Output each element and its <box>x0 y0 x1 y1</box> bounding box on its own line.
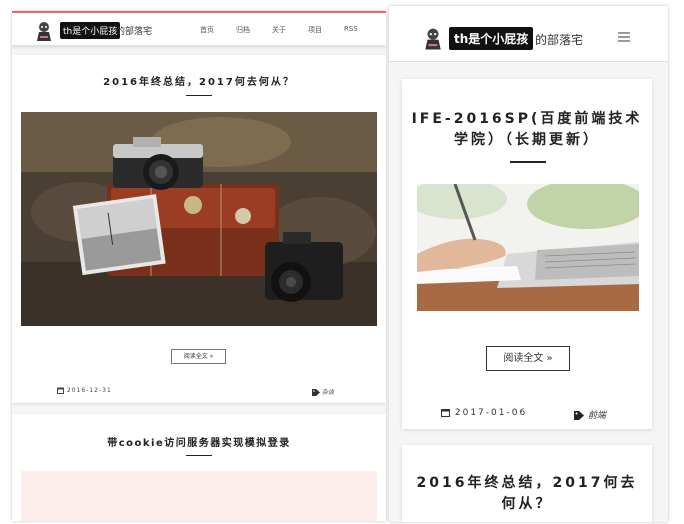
tag-icon <box>574 411 584 420</box>
post-date: 2017-01-06 <box>441 408 527 418</box>
hamburger-menu-icon[interactable] <box>618 32 630 42</box>
nav-item-projects[interactable]: 项目 <box>308 25 322 35</box>
site-brand[interactable]: th是个小屁孩 <box>60 22 121 39</box>
post-tag[interactable]: 杂谈 <box>312 387 334 396</box>
post-tag-label[interactable]: 前端 <box>588 411 606 421</box>
post-date-value: 2017-01-06 <box>454 408 528 418</box>
post-card: 带cookie访问服务器实现模拟登录 <box>12 414 386 521</box>
post-title[interactable]: 2016年终总结，2017何去何从？ <box>12 73 386 88</box>
site-brand-suffix: 的部落宅 <box>116 27 153 37</box>
nav-item-home[interactable]: 首页 <box>200 25 214 35</box>
nav-item-rss[interactable]: RSS <box>344 25 358 33</box>
post-card: IFE-2016SP(百度前端技术学院）（长期更新） 阅读全文 » 2017-0… <box>402 79 652 429</box>
post-cover-image <box>417 184 639 311</box>
read-more-button[interactable]: 阅读全文 » <box>486 346 570 371</box>
mobile-screenshot: th是个小屁孩 的部落宅 IFE-2016SP(百度前端技术学院）（长期更新） <box>389 6 668 522</box>
post-title[interactable]: IFE-2016SP(百度前端技术学院）（长期更新） <box>410 109 644 151</box>
post-card: 2016年终总结，2017何去何从？ <box>402 445 652 522</box>
avatar[interactable] <box>34 20 54 42</box>
post-cover-image <box>21 471 377 521</box>
post-date-value: 2016-12-31 <box>66 387 112 394</box>
post-tag-label[interactable]: 杂谈 <box>322 389 334 396</box>
avatar[interactable] <box>422 26 444 51</box>
nav-item-archive[interactable]: 归档 <box>236 25 250 35</box>
post-cover-image <box>21 112 377 326</box>
mobile-header: th是个小屁孩 的部落宅 <box>389 6 668 62</box>
site-brand-suffix: 的部落宅 <box>535 33 584 47</box>
site-brand[interactable]: th是个小屁孩 <box>449 27 534 50</box>
read-more-button[interactable]: 阅读全文 » <box>171 349 226 364</box>
post-card: 2016年终总结，2017何去何从？ <box>12 55 386 403</box>
calendar-icon <box>57 387 64 394</box>
title-divider <box>186 455 212 456</box>
post-title[interactable]: 带cookie访问服务器实现模拟登录 <box>12 434 386 449</box>
post-date: 2016-12-31 <box>57 387 112 394</box>
title-divider <box>510 161 546 163</box>
post-title[interactable]: 2016年终总结，2017何去何从？ <box>410 473 644 515</box>
desktop-header: th是个小屁孩 的部落宅 首页 归档 关于 项目 RSS <box>12 11 386 45</box>
desktop-screenshot: th是个小屁孩 的部落宅 首页 归档 关于 项目 RSS 2016年终总结，20… <box>12 11 386 521</box>
title-divider <box>186 95 212 96</box>
post-tag[interactable]: 前端 <box>574 408 606 421</box>
nav-item-about[interactable]: 关于 <box>272 25 286 35</box>
calendar-icon <box>441 409 450 417</box>
tag-icon <box>312 389 320 396</box>
